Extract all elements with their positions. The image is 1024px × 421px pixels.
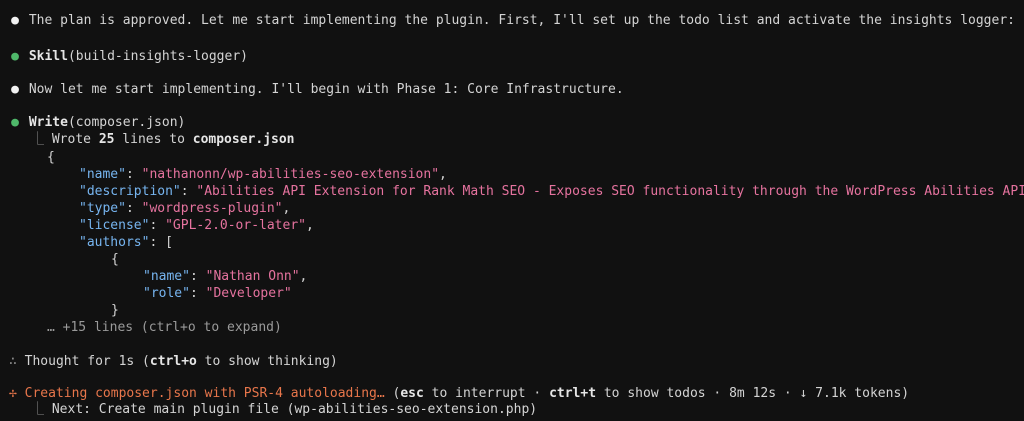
thought-shortcut: ctrl+o: [149, 354, 197, 369]
todos-shortcut: ctrl+t: [549, 386, 597, 401]
code-line: {: [111, 252, 119, 267]
code-line: {: [47, 150, 55, 165]
interrupt-shortcut: esc: [400, 386, 424, 401]
code-line: "license": "GPL-2.0-or-later",: [79, 218, 314, 233]
code-line: "description": "Abilities API Extension …: [79, 184, 1024, 199]
skill-tool-args: (build-insights-logger): [67, 49, 248, 64]
write-tool-name: Write: [28, 115, 68, 130]
tree-branch-icon: ⎿: [31, 132, 45, 147]
code-line: "name": "nathanonn/wp-abilities-seo-exte…: [79, 167, 447, 182]
skill-tool-name: Skill: [28, 49, 68, 64]
code-line: "authors": [: [79, 235, 173, 250]
message-bullet-icon: ●: [11, 13, 19, 28]
wrote-file-name: composer.json: [192, 132, 295, 147]
wrote-line-count: 25: [98, 132, 115, 147]
code-line: "role": "Developer": [143, 286, 292, 301]
next-task-text: Next: Create main plugin file (wp-abilit…: [51, 402, 538, 417]
next-task: ⎿ Next: Create main plugin file (wp-abil…: [31, 401, 537, 419]
code-line: "type": "wordpress-plugin",: [79, 201, 291, 216]
tool-call-skill: ● Skill(build-insights-logger): [9, 48, 248, 66]
tree-branch-icon: ⎿: [31, 402, 45, 417]
write-result-summary: ⎿ Wrote 25 lines to composer.json: [31, 132, 295, 147]
write-tool-args: (composer.json): [67, 115, 186, 130]
spinner-icon: ✢: [9, 386, 17, 401]
expand-more-lines[interactable]: … +15 lines (ctrl+o to expand): [47, 319, 282, 337]
message-bullet-icon: ●: [11, 82, 19, 97]
code-line: }: [111, 303, 119, 318]
tool-call-write: ● Write(composer.json): [9, 114, 185, 132]
thought-icon: ∴: [9, 354, 17, 369]
terminal-window: ● The plan is approved. Let me start imp…: [0, 0, 1024, 421]
thought-indicator: ∴ Thought for 1s (ctrl+o to show thinkin…: [9, 354, 338, 369]
status-action: Creating composer.json with PSR-4 autolo…: [24, 386, 385, 401]
code-line: "name": "Nathan Onn",: [143, 269, 308, 284]
assistant-message-phase: ● Now let me start implementing. I'll be…: [9, 81, 624, 99]
assistant-message-intro: ● The plan is approved. Let me start imp…: [9, 12, 1015, 30]
tool-success-bullet-icon: ●: [11, 49, 19, 64]
intro-text: The plan is approved. Let me start imple…: [28, 13, 1015, 28]
tool-success-bullet-icon: ●: [11, 115, 19, 130]
phase-text: Now let me start implementing. I'll begi…: [28, 82, 624, 97]
